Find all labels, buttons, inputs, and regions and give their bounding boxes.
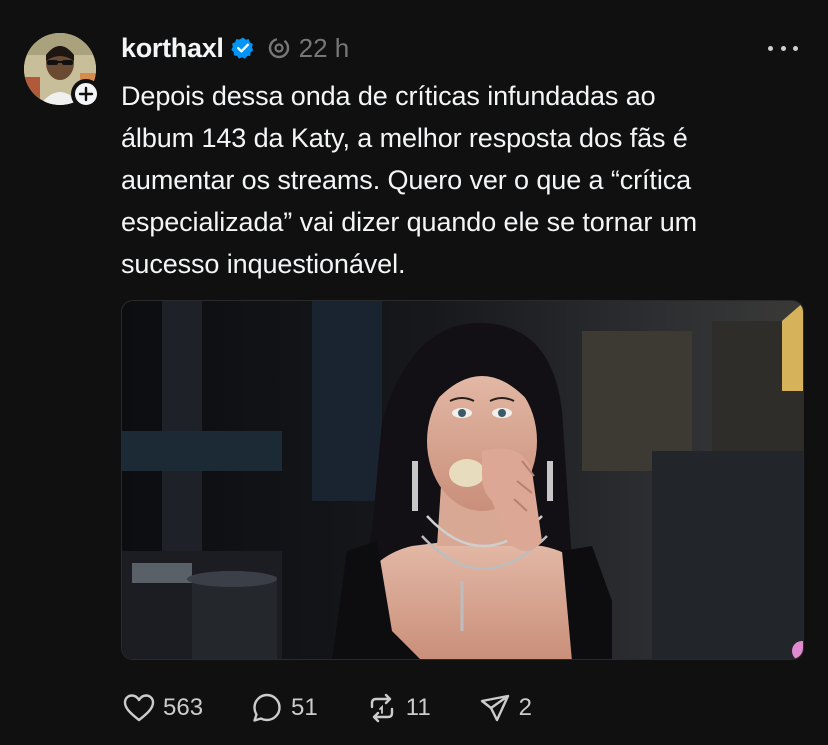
follow-button[interactable] — [71, 79, 101, 109]
post-text: Depois dessa onda de críticas infundadas… — [121, 81, 698, 279]
post-image[interactable] — [121, 300, 804, 660]
username[interactable]: korthaxl — [121, 33, 224, 64]
heart-icon — [123, 694, 155, 722]
post-header: korthaxl 22 h — [121, 28, 349, 68]
verified-badge-icon — [230, 37, 253, 59]
more-options-icon-dot — [768, 45, 773, 51]
repost-button[interactable]: 11 — [364, 690, 431, 726]
repost-count: 11 — [405, 694, 431, 721]
share-button[interactable]: 2 — [477, 690, 532, 726]
post-timestamp[interactable]: 22 h — [299, 33, 350, 64]
more-options-icon-dot — [793, 45, 798, 51]
speech-bubble-icon — [253, 693, 281, 722]
author-avatar-container — [24, 33, 101, 109]
thread-post: korthaxl 22 h Depois dessa onda de críti… — [0, 0, 828, 745]
reply-button[interactable]: 51 — [249, 690, 318, 726]
plus-icon — [78, 86, 94, 102]
more-options-icon-dot — [780, 45, 786, 51]
paper-plane-icon — [480, 694, 509, 722]
share-count: 2 — [518, 694, 533, 721]
repost-icon — [370, 693, 393, 723]
like-count: 563 — [163, 694, 204, 721]
post-actions: 563 51 11 2 — [121, 688, 578, 728]
reply-count: 51 — [291, 694, 318, 721]
photo-illustration — [122, 301, 803, 659]
thread-activity-icon — [268, 37, 289, 59]
like-button[interactable]: 563 — [121, 690, 203, 726]
more-options-button[interactable] — [768, 38, 798, 58]
